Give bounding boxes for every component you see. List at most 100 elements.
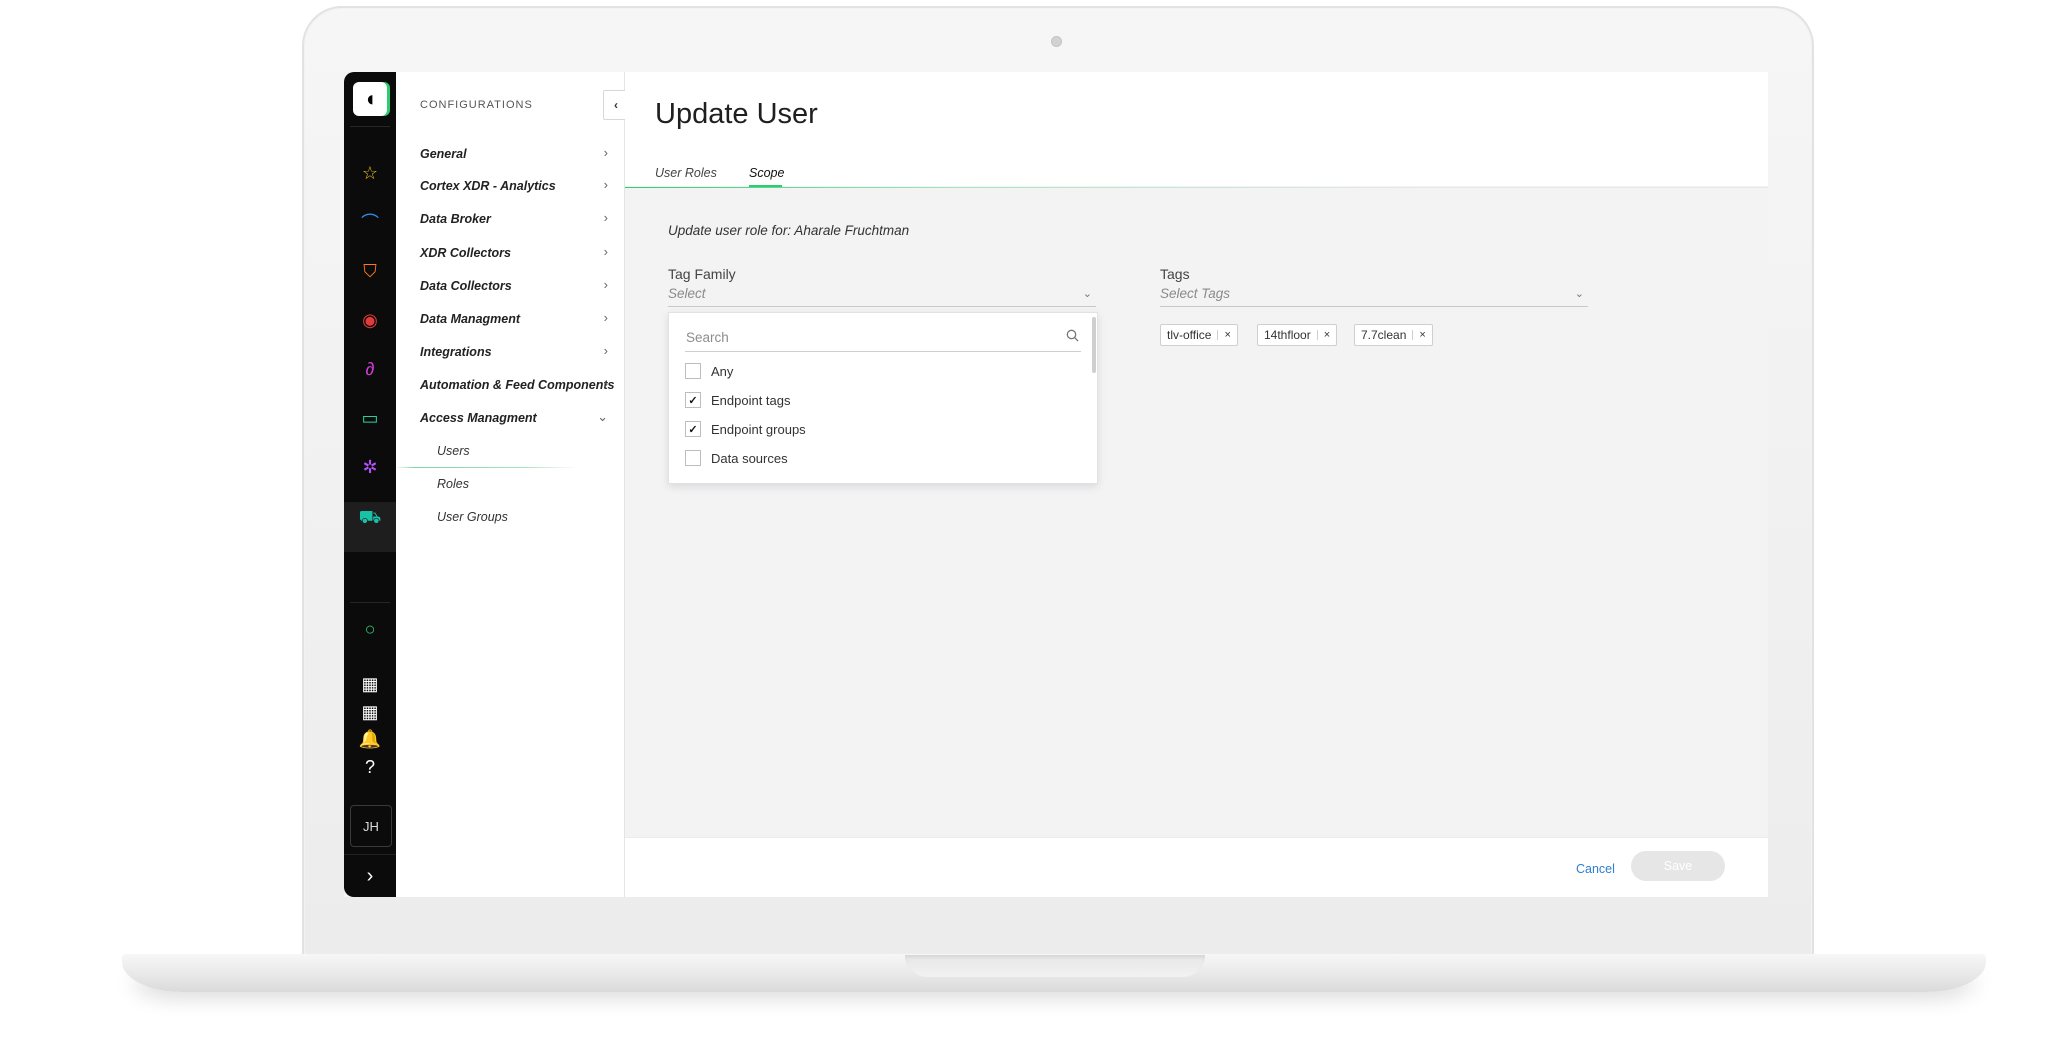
chevron-right-icon: ›: [603, 210, 608, 225]
search-placeholder: Search: [686, 330, 729, 345]
chevron-right-icon: ›: [603, 343, 608, 358]
expand-rail-button[interactable]: ›: [344, 854, 396, 897]
remove-tag-icon[interactable]: ×: [1224, 329, 1230, 341]
page-header: Update User User Roles Scope: [625, 72, 1768, 188]
chevron-right-icon: ›: [603, 376, 608, 391]
nav-item-label: Data Collectors: [420, 279, 512, 293]
eye-icon[interactable]: ◉: [355, 305, 385, 335]
screen: ◖ ☆ ⌒ ⛉ ◉ ∂ ▭ ✲ ⛟ ○ ▦ ▦ 🔔? JH › CONFIGURATIONS ‹ Ge…: [344, 72, 1768, 897]
chevron-right-icon: ›: [603, 177, 608, 192]
chip-separator: [1412, 330, 1414, 340]
remove-tag-icon[interactable]: ×: [1324, 329, 1330, 341]
nav-item-label: Data Managment: [420, 312, 521, 326]
sub-item-roles[interactable]: Roles: [437, 473, 587, 495]
icon-rail: ◖ ☆ ⌒ ⛉ ◉ ∂ ▭ ✲ ⛟ ○ ▦ ▦ 🔔? JH ›: [344, 72, 396, 897]
tags-placeholder: Select Tags: [1160, 286, 1231, 301]
checkbox-endpoint-groups[interactable]: ✓: [685, 421, 701, 437]
star-icon[interactable]: ☆: [355, 158, 385, 188]
apps-grid-icon[interactable]: ▦: [355, 669, 385, 699]
tag-chip-label: 7.7clean: [1361, 328, 1407, 342]
save-button[interactable]: Save: [1631, 851, 1725, 881]
nav-item-label: XDR Collectors: [420, 246, 511, 260]
nav-item-access-managment[interactable]: Access Managment ⌄: [420, 407, 620, 429]
tag-family-label: Tag Family: [668, 266, 736, 282]
chevron-left-icon: ‹: [614, 98, 618, 112]
nav-item-cortex-xdr-analytics[interactable]: Cortex XDR - Analytics ›: [420, 175, 620, 197]
nav-item-label: General: [420, 147, 467, 161]
chevron-right-icon: ›: [603, 277, 608, 292]
tag-family-select[interactable]: Select ⌄: [668, 286, 1096, 307]
form-footer: Cancel Save: [625, 837, 1768, 897]
camera-dot: [1051, 36, 1062, 47]
tag-chip: 7.7clean ×: [1354, 324, 1433, 346]
network-icon[interactable]: ✲: [355, 452, 385, 482]
nav-item-label: Data Broker: [420, 212, 491, 226]
nav-item-label: Cortex XDR - Analytics: [420, 179, 556, 193]
sub-item-users[interactable]: Users: [437, 440, 587, 462]
nav-item-automation-feed-components[interactable]: Automation & Feed Components ›: [420, 374, 620, 396]
cancel-button[interactable]: Cancel: [1576, 862, 1615, 876]
checkbox-data-sources[interactable]: [685, 450, 701, 466]
cortex-logo-icon[interactable]: ◖: [353, 82, 387, 116]
ring-icon[interactable]: ○: [355, 614, 385, 644]
threat-icon[interactable]: ∂: [355, 354, 385, 384]
help-icon[interactable]: ?: [355, 752, 385, 782]
notification-icon[interactable]: 🔔: [355, 724, 385, 754]
header-divider: [625, 187, 1768, 188]
chip-separator: [1316, 330, 1318, 340]
tags-label: Tags: [1160, 266, 1190, 282]
shield-icon[interactable]: ⛉: [355, 256, 385, 286]
tab-user-roles[interactable]: User Roles: [655, 166, 717, 180]
tab-scope[interactable]: Scope: [749, 166, 784, 180]
tag-family-dropdown: Search Any ✓ Endpoint tags ✓ Endpoint gr…: [668, 312, 1098, 484]
configurations-nav: CONFIGURATIONS ‹ General › Cortex XDR - …: [396, 72, 629, 897]
option-any[interactable]: Any: [685, 360, 733, 382]
dropdown-scrollbar[interactable]: [1092, 317, 1096, 373]
remove-tag-icon[interactable]: ×: [1419, 329, 1425, 341]
apps-grid-2-icon[interactable]: ▦: [355, 697, 385, 727]
tag-chip: 14thfloor ×: [1257, 324, 1338, 346]
user-avatar[interactable]: JH: [350, 805, 392, 847]
tag-chip-label: 14thfloor: [1264, 328, 1311, 342]
tag-family-placeholder: Select: [668, 286, 706, 301]
chevron-right-icon: ›: [603, 145, 608, 160]
configurations-title: CONFIGURATIONS: [420, 99, 533, 111]
chevron-right-icon: ›: [603, 310, 608, 325]
option-label: Endpoint groups: [711, 421, 806, 437]
main-content: Update User User Roles Scope Update user…: [625, 72, 1768, 897]
chip-separator: [1217, 330, 1219, 340]
checkbox-any[interactable]: [685, 363, 701, 379]
tag-chip-label: tlv-office: [1167, 328, 1212, 342]
monitor-icon[interactable]: ▭: [355, 403, 385, 433]
dropdown-search-input[interactable]: Search: [685, 323, 1081, 352]
chevron-down-icon: ⌄: [1574, 288, 1584, 300]
signal-icon[interactable]: ⌒: [355, 207, 385, 237]
chevron-down-icon: ⌄: [1082, 288, 1092, 300]
chevron-down-icon: ⌄: [597, 409, 608, 424]
page-title: Update User: [655, 98, 818, 130]
laptop-notch: [905, 955, 1205, 977]
cart-icon[interactable]: ⛟: [355, 504, 385, 534]
nav-item-data-broker[interactable]: Data Broker ›: [420, 208, 620, 230]
checkbox-endpoint-tags[interactable]: ✓: [685, 392, 701, 408]
nav-item-integrations[interactable]: Integrations ›: [420, 341, 620, 363]
tag-chip: tlv-office ×: [1160, 324, 1238, 346]
sub-item-user-groups[interactable]: User Groups: [437, 506, 587, 528]
nav-item-data-managment[interactable]: Data Managment ›: [420, 308, 620, 330]
option-label: Data sources: [711, 450, 788, 466]
nav-item-general[interactable]: General ›: [420, 143, 620, 165]
option-label: Any: [711, 363, 734, 379]
option-endpoint-groups[interactable]: ✓ Endpoint groups: [685, 418, 806, 440]
tags-select[interactable]: Select Tags ⌄: [1160, 286, 1588, 307]
chevron-right-icon: ›: [603, 244, 608, 259]
option-endpoint-tags[interactable]: ✓ Endpoint tags: [685, 389, 791, 411]
update-role-description: Update user role for: Aharale Fruchtman: [668, 223, 910, 238]
nav-item-data-collectors[interactable]: Data Collectors ›: [420, 275, 620, 297]
active-item-indicator: [396, 467, 578, 468]
nav-item-label: Integrations: [420, 345, 492, 359]
nav-item-label: Automation & Feed Components: [420, 378, 615, 392]
rail-divider: [350, 126, 390, 127]
nav-item-xdr-collectors[interactable]: XDR Collectors ›: [420, 242, 620, 264]
option-data-sources[interactable]: Data sources: [685, 447, 788, 469]
option-label: Endpoint tags: [711, 392, 791, 408]
